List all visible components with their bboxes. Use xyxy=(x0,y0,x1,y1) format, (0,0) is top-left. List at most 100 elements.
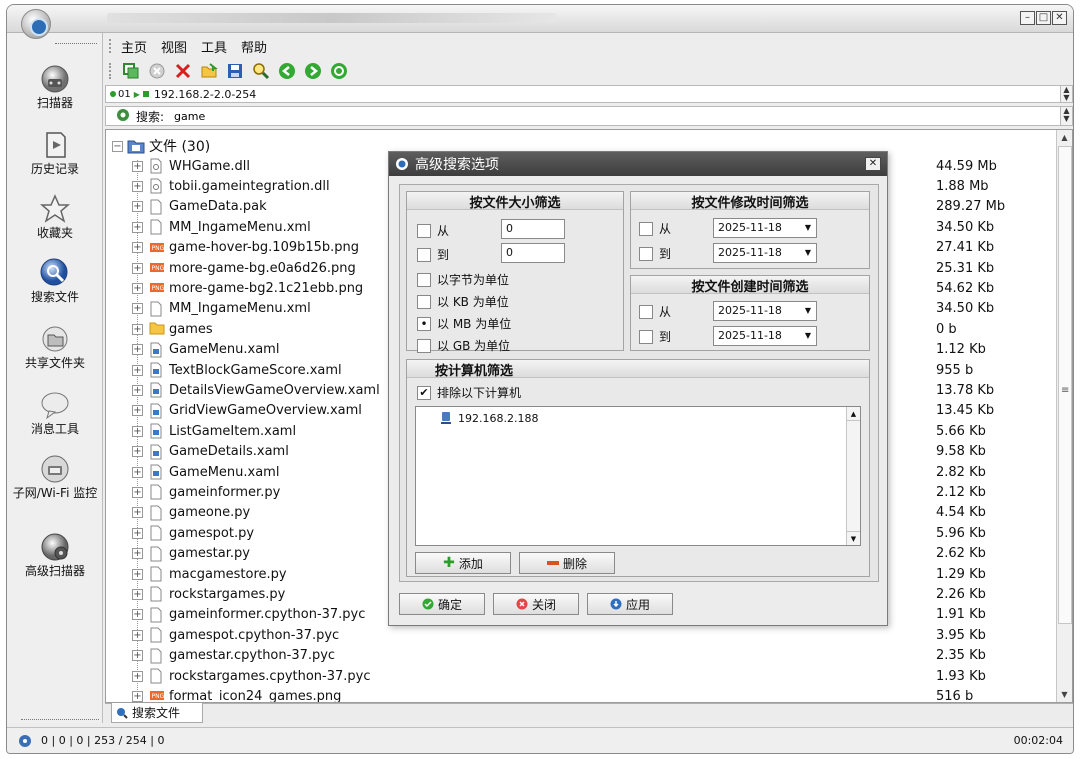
sidebar-item-wifi-monitor[interactable]: 子网/Wi-Fi 监控 xyxy=(7,453,103,513)
sidebar-item-history[interactable]: 历史记录 xyxy=(7,129,103,189)
checkbox-box[interactable] xyxy=(639,221,653,236)
checkbox-box[interactable] xyxy=(639,246,653,261)
delete-computer-button[interactable]: 删除 xyxy=(519,552,615,574)
expand-icon[interactable]: + xyxy=(132,323,143,335)
unit-kb-radio[interactable]: 以 KB 为单位 xyxy=(417,293,509,310)
sidebar-item-scanner[interactable]: 扫描器 xyxy=(7,63,103,123)
list-item[interactable]: 192.168.2.188 xyxy=(440,411,538,425)
table-row[interactable]: + rockstargames.cpython-37.pyc 1.93 Kb xyxy=(132,666,1052,686)
checkbox-box[interactable] xyxy=(417,223,431,238)
menu-item-home[interactable]: 主页 xyxy=(121,37,147,56)
created-from-date[interactable]: 2025-11-18 ▼ xyxy=(713,301,817,321)
expand-icon[interactable]: + xyxy=(132,364,143,376)
apply-button[interactable]: 应用 xyxy=(587,593,673,615)
checkbox-box[interactable] xyxy=(417,247,431,262)
expand-icon[interactable]: + xyxy=(132,180,143,192)
title-bar[interactable]: – □ ✕ xyxy=(7,5,1073,33)
expand-icon[interactable]: + xyxy=(132,303,143,315)
checkbox-box[interactable] xyxy=(639,304,653,319)
expand-icon[interactable]: + xyxy=(132,384,143,396)
expand-icon[interactable]: + xyxy=(132,201,143,213)
expand-icon[interactable]: + xyxy=(132,609,143,621)
copy-green-icon[interactable] xyxy=(121,61,141,81)
expand-icon[interactable]: + xyxy=(132,446,143,458)
menu-item-help[interactable]: 帮助 xyxy=(241,37,267,56)
close-button[interactable]: 关闭 xyxy=(493,593,579,615)
sidebar-item-message-tools[interactable]: 消息工具 xyxy=(7,389,103,449)
unit-bytes-radio[interactable]: 以字节为单位 xyxy=(417,271,509,288)
table-row[interactable]: + PNG format_icon24_games.png 516 b xyxy=(132,686,1052,702)
expand-icon[interactable]: + xyxy=(132,425,143,437)
ok-button[interactable]: 确定 xyxy=(399,593,485,615)
dropdown-arrow-icon[interactable]: ▼ xyxy=(801,220,815,236)
modified-to-checkbox[interactable]: 到 xyxy=(639,245,671,262)
sidebar-item-shared-folders[interactable]: 共享文件夹 xyxy=(7,323,103,383)
menu-item-tools[interactable]: 工具 xyxy=(201,37,227,56)
dropdown-arrow-icon[interactable]: ▼ xyxy=(801,328,815,344)
minimize-icon[interactable]: – xyxy=(1020,11,1035,25)
back-icon[interactable] xyxy=(277,61,297,81)
forward-icon[interactable] xyxy=(303,61,323,81)
checkbox-box-checked[interactable]: ✔ xyxy=(417,385,431,400)
size-to-checkbox[interactable]: 到 xyxy=(417,246,449,263)
cancel-icon[interactable] xyxy=(147,61,167,81)
tree-root[interactable]: − 文件 (30) xyxy=(112,136,210,156)
created-to-checkbox[interactable]: 到 xyxy=(639,328,671,345)
expand-icon[interactable]: + xyxy=(132,568,143,580)
expand-icon[interactable]: + xyxy=(132,221,143,233)
modified-from-checkbox[interactable]: 从 xyxy=(639,220,671,237)
search-input[interactable] xyxy=(170,108,971,124)
modified-to-date[interactable]: 2025-11-18 ▼ xyxy=(713,243,817,263)
expand-icon[interactable]: + xyxy=(132,282,143,294)
expand-icon[interactable]: + xyxy=(132,262,143,274)
expand-icon[interactable]: + xyxy=(132,344,143,356)
dropdown-arrow-icon[interactable]: ▼ xyxy=(801,303,815,319)
expand-icon[interactable]: + xyxy=(132,405,143,417)
dropdown-arrow-icon[interactable]: ▼ xyxy=(801,245,815,261)
size-to-input[interactable]: 0 xyxy=(501,243,565,263)
exclude-computers-checkbox[interactable]: ✔ 排除以下计算机 xyxy=(417,384,521,401)
sidebar-item-search-files[interactable]: 搜索文件 xyxy=(7,257,103,317)
size-from-checkbox[interactable]: 从 xyxy=(417,222,449,239)
ip-range-bar[interactable]: 01 ▶ 192.168.2-2.0-254 ▲ ▼ xyxy=(105,85,1073,103)
collapse-icon[interactable]: − xyxy=(112,140,123,152)
menu-item-view[interactable]: 视图 xyxy=(161,37,187,56)
search-icon[interactable] xyxy=(251,61,271,81)
close-icon[interactable]: ✕ xyxy=(1052,11,1067,25)
maximize-icon[interactable]: □ xyxy=(1036,11,1051,25)
modified-from-date[interactable]: 2025-11-18 ▼ xyxy=(713,218,817,238)
table-row[interactable]: + gamestar.cpython-37.pyc 2.35 Kb xyxy=(132,646,1052,666)
app-logo[interactable] xyxy=(21,9,51,39)
radio-box[interactable] xyxy=(417,272,431,287)
scroll-up-icon[interactable]: ▲ xyxy=(847,407,860,421)
radio-box[interactable] xyxy=(417,338,431,353)
scroll-down-icon[interactable]: ▼ xyxy=(847,531,860,545)
dialog-title-bar[interactable]: 高级搜索选项 xyxy=(389,152,887,176)
expand-icon[interactable]: + xyxy=(132,629,143,641)
list-scrollbar[interactable]: ▲ ▼ xyxy=(846,407,860,545)
sidebar-item-advanced-scanner[interactable]: 高级扫描器 xyxy=(7,531,103,591)
expand-icon[interactable]: + xyxy=(132,507,143,519)
refresh-icon[interactable] xyxy=(329,61,349,81)
range-spinner[interactable]: ▲ ▼ xyxy=(1060,86,1072,102)
scroll-down-icon[interactable]: ▼ xyxy=(1057,687,1072,702)
delete-icon[interactable] xyxy=(173,61,193,81)
vertical-scrollbar[interactable]: ▲ ≡ ▼ xyxy=(1056,130,1072,702)
expand-icon[interactable]: + xyxy=(132,650,143,662)
save-icon[interactable] xyxy=(225,61,245,81)
table-row[interactable]: + gamespot.cpython-37.pyc 3.95 Kb xyxy=(132,625,1052,645)
radio-box[interactable] xyxy=(417,294,431,309)
search-spinner[interactable]: ▲ ▼ xyxy=(1060,107,1072,125)
size-from-input[interactable]: 0 xyxy=(501,219,565,239)
expand-icon[interactable]: + xyxy=(132,690,143,702)
add-computer-button[interactable]: ✚ 添加 xyxy=(415,552,511,574)
radio-box-selected[interactable]: • xyxy=(417,316,431,331)
tab-search-files[interactable]: 搜索文件 xyxy=(111,703,203,723)
checkbox-box[interactable] xyxy=(639,329,653,344)
expand-icon[interactable]: + xyxy=(132,160,143,172)
created-to-date[interactable]: 2025-11-18 ▼ xyxy=(713,326,817,346)
expand-icon[interactable]: + xyxy=(132,527,143,539)
unit-mb-radio[interactable]: • 以 MB 为单位 xyxy=(417,315,511,332)
sidebar-item-favorites[interactable]: 收藏夹 xyxy=(7,193,103,253)
computer-list[interactable]: 192.168.2.188 ▲ ▼ xyxy=(415,406,861,546)
